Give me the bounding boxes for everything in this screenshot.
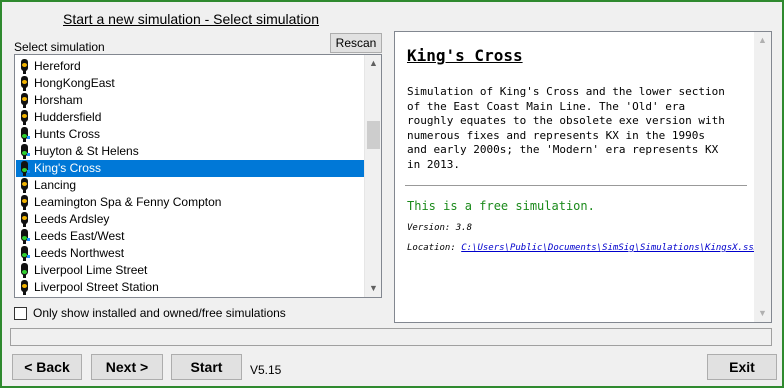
signal-icon (20, 127, 30, 142)
simulation-list-item-label: Liverpool Street Station (34, 280, 159, 294)
signal-icon (20, 246, 30, 261)
simulation-version: Version: 3.8 (407, 223, 473, 233)
simulation-list-item-label: Huyton & St Helens (34, 144, 139, 158)
simulation-list-item-label: Leamington Spa & Fenny Compton (34, 195, 222, 209)
simulation-list-item-label: Huddersfield (34, 110, 102, 124)
simulation-list-item[interactable]: Horsham (16, 92, 364, 109)
signal-icon (20, 195, 29, 210)
simulation-list-item[interactable]: Liverpool Street Station (16, 279, 364, 296)
simulation-list-item[interactable]: Lancing (16, 177, 364, 194)
scrollbar-thumb[interactable] (367, 121, 380, 149)
installed-filter[interactable]: Only show installed and owned/free simul… (14, 306, 286, 320)
signal-icon (20, 59, 29, 74)
simulation-list-item-label: Hunts Cross (34, 127, 101, 141)
simulation-list[interactable]: Hereford HongKongEast Horsham Huddersfield H… (14, 54, 382, 298)
installed-filter-checkbox[interactable] (14, 306, 27, 320)
simulation-list-item[interactable]: Hunts Cross (16, 126, 364, 143)
location-label: Location: (407, 243, 456, 253)
exit-button[interactable]: Exit (707, 354, 777, 380)
details-scrollbar[interactable]: ▲ ▼ (754, 32, 771, 322)
back-button[interactable]: < Back (12, 354, 82, 380)
signal-icon (20, 280, 29, 295)
page-title: Start a new simulation - Select simulati… (63, 11, 319, 27)
simulation-list-item[interactable]: Leeds East/West (16, 228, 364, 245)
simulation-list-item-label: Leeds Ardsley (34, 212, 110, 226)
simulation-list-item[interactable]: Hereford (16, 58, 364, 75)
signal-icon (20, 212, 29, 227)
simulation-description: Simulation of King's Cross and the lower… (407, 85, 725, 171)
signal-icon (20, 144, 30, 159)
status-bar (10, 328, 772, 346)
simulation-list-item-label: Lancing (34, 178, 77, 192)
select-simulation-label: Select simulation (14, 40, 105, 54)
simulation-title: King's Cross (407, 46, 523, 65)
details-scroll-down-icon[interactable]: ▼ (754, 305, 771, 322)
signal-icon (20, 110, 29, 125)
next-button[interactable]: Next > (91, 354, 163, 380)
rescan-button[interactable]: Rescan (330, 33, 382, 53)
simulation-location: Location: C:\Users\Public\Documents\SimS… (407, 243, 759, 253)
details-scroll-up-icon[interactable]: ▲ (754, 32, 771, 49)
list-scrollbar[interactable]: ▲ ▼ (364, 55, 381, 297)
simulation-list-item-label: Leeds Northwest (34, 246, 125, 260)
simulation-list-item-label: Horsham (34, 93, 83, 107)
simulation-list-item[interactable]: Huyton & St Helens (16, 143, 364, 160)
simulation-list-item[interactable]: Leeds Northwest (16, 245, 364, 262)
simulation-details-panel: King's Cross Simulation of King's Cross … (394, 31, 772, 323)
installed-filter-label: Only show installed and owned/free simul… (33, 306, 286, 320)
scroll-down-icon[interactable]: ▼ (365, 280, 381, 297)
free-simulation-text: This is a free simulation. (407, 199, 595, 213)
simulation-list-item[interactable]: Leamington Spa & Fenny Compton (16, 194, 364, 211)
window-frame: Start a new simulation - Select simulati… (0, 0, 784, 388)
simulation-list-item-label: Hereford (34, 59, 81, 73)
location-link[interactable]: C:\Users\Public\Documents\SimSig\Simulat… (461, 243, 759, 253)
signal-icon (20, 178, 29, 193)
divider (405, 185, 747, 186)
simulation-list-item-label: Liverpool Lime Street (34, 263, 148, 277)
simulation-list-item[interactable]: Liverpool Lime Street (16, 262, 364, 279)
simulation-list-rows: Hereford HongKongEast Horsham Huddersfield H… (16, 58, 364, 296)
signal-icon (20, 161, 30, 176)
signal-icon (20, 93, 29, 108)
start-button[interactable]: Start (171, 354, 242, 380)
simulation-list-item-label: King's Cross (34, 161, 101, 175)
scroll-up-icon[interactable]: ▲ (365, 55, 381, 72)
simulation-list-item-label: HongKongEast (34, 76, 115, 90)
signal-icon (20, 229, 30, 244)
signal-icon (20, 263, 29, 278)
signal-icon (20, 76, 29, 91)
app-version: V5.15 (250, 363, 282, 377)
simulation-list-item[interactable]: Huddersfield (16, 109, 364, 126)
simulation-list-item-label: Leeds East/West (34, 229, 125, 243)
simulation-list-item[interactable]: Leeds Ardsley (16, 211, 364, 228)
simulation-list-item[interactable]: HongKongEast (16, 75, 364, 92)
simulation-list-item[interactable]: King's Cross (16, 160, 364, 177)
